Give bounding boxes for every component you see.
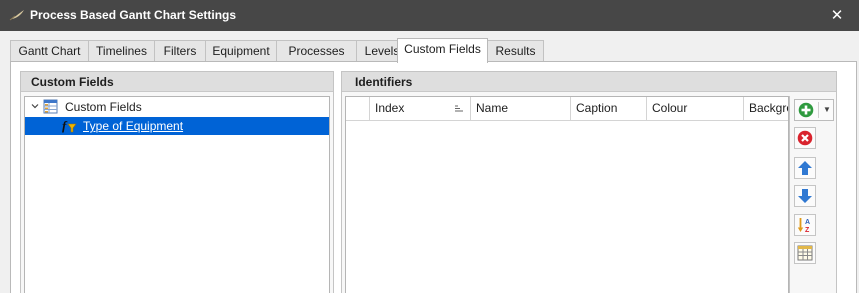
grid-settings-button[interactable]: [794, 242, 816, 264]
table-icon: [43, 99, 58, 114]
delete-button[interactable]: [794, 127, 816, 149]
add-icon: [798, 102, 814, 118]
tree-item-type-of-equipment[interactable]: f Type of Equipment: [25, 117, 329, 135]
dropdown-arrow-icon[interactable]: ▼: [820, 100, 834, 120]
svg-text:f: f: [62, 118, 68, 133]
column-header-indicator[interactable]: [346, 97, 370, 121]
tab-results[interactable]: Results: [487, 40, 544, 62]
custom-fields-panel-title: Custom Fields: [21, 72, 333, 92]
tab-timelines[interactable]: Timelines: [88, 40, 155, 62]
column-header-caption[interactable]: Caption: [571, 97, 647, 121]
column-header-colour[interactable]: Colour: [647, 97, 744, 121]
identifiers-toolbar: ▼ A Z: [789, 96, 834, 293]
chevron-down-icon[interactable]: [30, 101, 40, 111]
identifiers-panel-title: Identifiers: [342, 72, 836, 92]
svg-text:A: A: [805, 219, 810, 226]
close-icon[interactable]: ✕: [826, 6, 848, 26]
app-feather-icon: [9, 10, 24, 21]
tree-root-label: Custom Fields: [65, 100, 142, 114]
column-header-name[interactable]: Name: [471, 97, 571, 121]
tab-processes[interactable]: Processes: [276, 40, 357, 62]
title-bar: Process Based Gantt Chart Settings ✕: [0, 0, 859, 31]
move-down-icon: [798, 189, 812, 203]
add-button[interactable]: [795, 100, 818, 120]
sort-az-icon: A Z: [797, 218, 810, 233]
move-up-icon: [798, 161, 812, 175]
svg-text:Z: Z: [805, 227, 810, 233]
custom-fields-tree[interactable]: Custom Fields f Type of Equipment: [24, 96, 330, 293]
add-split-button[interactable]: ▼: [794, 99, 834, 121]
tab-filters[interactable]: Filters: [154, 40, 206, 62]
column-header-background[interactable]: Backgro: [744, 97, 788, 121]
grid-settings-icon: [797, 245, 813, 261]
move-down-button[interactable]: [794, 185, 816, 207]
tab-custom-fields[interactable]: Custom Fields: [397, 38, 488, 63]
grid-header: Index Name Caption Colour Backgro: [346, 97, 788, 121]
tab-equipment[interactable]: Equipment: [205, 40, 277, 62]
function-icon: f: [62, 118, 77, 133]
tree-item-label[interactable]: Type of Equipment: [83, 119, 183, 133]
tree-root-row[interactable]: Custom Fields: [25, 98, 329, 116]
sort-ascending-icon: [455, 105, 463, 112]
sort-button[interactable]: A Z: [794, 214, 816, 236]
identifiers-grid[interactable]: Index Name Caption Colour Backgro: [345, 96, 789, 293]
tab-gantt-chart[interactable]: Gantt Chart: [10, 40, 89, 62]
tab-strip: Gantt Chart Timelines Filters Equipment …: [10, 38, 855, 63]
window-title: Process Based Gantt Chart Settings: [30, 8, 237, 22]
delete-icon: [797, 130, 813, 146]
move-up-button[interactable]: [794, 157, 816, 179]
column-header-index-label: Index: [375, 101, 405, 115]
split-separator: [818, 102, 819, 118]
column-header-index[interactable]: Index: [370, 97, 471, 121]
